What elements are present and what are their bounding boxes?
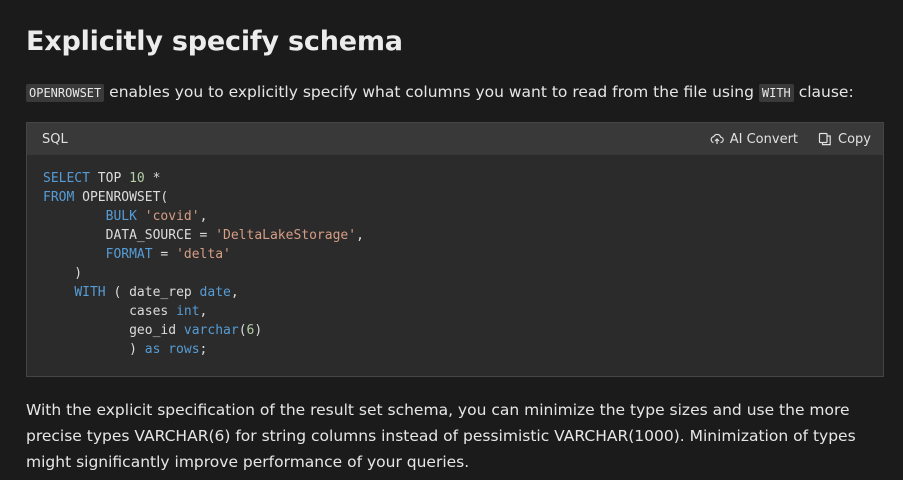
code-line: )	[43, 266, 82, 281]
code-line: BULK 'covid',	[43, 209, 208, 224]
code-line: WITH ( date_rep date,	[43, 285, 239, 300]
code-token: ,	[230, 285, 239, 300]
code-token: FORMAT	[105, 247, 153, 262]
intro-paragraph: OPENROWSET enables you to explicitly spe…	[26, 80, 854, 105]
code-token: OPENROWSET(	[74, 190, 169, 205]
code-block: SQL AI Convert Copy SELECT TOP 10 * FROM…	[26, 122, 884, 377]
code-token: =	[152, 247, 177, 262]
inline-code-openrowset: OPENROWSET	[26, 84, 105, 102]
code-token: DATA_SOURCE =	[43, 228, 216, 243]
code-block-header: SQL AI Convert Copy	[27, 123, 883, 155]
code-token: (	[238, 323, 247, 338]
code-line: FROM OPENROWSET(	[43, 190, 168, 205]
code-line: geo_id varchar(6)	[43, 323, 262, 338]
copy-icon	[818, 132, 832, 146]
code-token: )	[254, 323, 263, 338]
ai-convert-label: AI Convert	[729, 131, 799, 147]
ai-convert-button[interactable]: AI Convert	[710, 132, 798, 147]
code-token: cases	[43, 304, 177, 319]
code-line: FORMAT = 'delta'	[43, 247, 231, 262]
code-token: TOP	[89, 171, 130, 186]
code-token: 10	[129, 171, 145, 186]
code-line: cases int,	[43, 304, 207, 319]
code-line: ) as rows;	[43, 342, 207, 357]
code-token: SELECT	[43, 171, 90, 186]
copy-button[interactable]: Copy	[818, 132, 871, 147]
body-paragraph: With the explicit specification of the r…	[26, 401, 856, 471]
copy-label: Copy	[838, 131, 871, 147]
code-line: DATA_SOURCE = 'DeltaLakeStorage',	[43, 228, 364, 243]
code-token: BULK	[105, 209, 137, 224]
code-token: ;	[199, 342, 208, 357]
code-token: ,	[199, 304, 208, 319]
code-token: ,	[199, 209, 208, 224]
code-token: date	[199, 285, 231, 300]
code-token: varchar	[183, 323, 239, 338]
code-token: geo_id	[43, 323, 184, 338]
intro-text: enables you to explicitly specify what c…	[104, 83, 759, 101]
code-token: )	[43, 342, 145, 357]
article-page: Explicitly specify schema OPENROWSET ena…	[0, 0, 903, 480]
intro-tail: clause:	[793, 83, 854, 101]
code-token: rows	[168, 342, 200, 357]
code-token: int	[176, 304, 200, 319]
code-token: 'covid'	[144, 209, 200, 224]
ai-convert-icon	[710, 132, 724, 146]
code-token: )	[43, 266, 83, 281]
code-content: SELECT TOP 10 * FROM OPENROWSET( BULK 'c…	[27, 155, 883, 373]
inline-code-with: WITH	[758, 84, 794, 102]
code-language-label: SQL	[42, 131, 68, 147]
code-token: 'DeltaLakeStorage'	[215, 228, 357, 243]
code-token: ,	[356, 228, 364, 243]
code-token: WITH	[74, 285, 106, 300]
code-token: *	[144, 171, 161, 186]
code-token: as	[144, 342, 161, 357]
code-token: FROM	[43, 190, 75, 205]
code-actions: AI Convert Copy	[710, 132, 871, 147]
code-line: SELECT TOP 10 *	[43, 171, 160, 186]
code-token: ( date_rep	[105, 285, 200, 300]
section-heading: Explicitly specify schema	[26, 26, 403, 57]
code-token: 'delta'	[176, 247, 231, 262]
